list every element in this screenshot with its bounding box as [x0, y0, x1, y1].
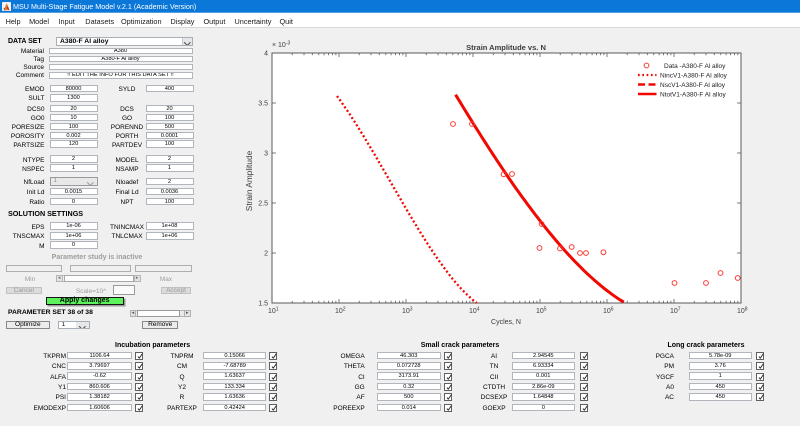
svg-text:103: 103 — [402, 307, 413, 316]
svg-text:2.5: 2.5 — [258, 200, 268, 207]
svg-text:NincV1-A380-F Al alloy: NincV1-A380-F Al alloy — [660, 73, 728, 80]
svg-text:1.5: 1.5 — [258, 300, 268, 307]
svg-text:105: 105 — [536, 307, 547, 316]
svg-text:Data -A380-F Al alloy: Data -A380-F Al alloy — [664, 63, 726, 70]
svg-text:3: 3 — [264, 150, 268, 157]
svg-text:2: 2 — [264, 250, 268, 257]
svg-text:108: 108 — [737, 307, 748, 316]
svg-text:Strain Amplitude: Strain Amplitude — [244, 150, 254, 211]
svg-text:4: 4 — [264, 50, 268, 57]
svg-text:104: 104 — [469, 307, 480, 316]
svg-text:3.5: 3.5 — [258, 100, 268, 107]
svg-text:Cycles, N: Cycles, N — [491, 319, 521, 326]
svg-text:Strain Amplitude vs. N: Strain Amplitude vs. N — [466, 43, 546, 52]
svg-text:× 10-3: × 10-3 — [272, 41, 290, 50]
svg-text:102: 102 — [335, 307, 346, 316]
svg-text:NtotV1-A380-F Al alloy: NtotV1-A380-F Al alloy — [660, 92, 727, 99]
svg-text:101: 101 — [268, 307, 279, 316]
svg-text:NscV1-A380-F Al alloy: NscV1-A380-F Al alloy — [660, 82, 726, 89]
svg-text:107: 107 — [670, 307, 681, 316]
svg-text:106: 106 — [603, 307, 614, 316]
